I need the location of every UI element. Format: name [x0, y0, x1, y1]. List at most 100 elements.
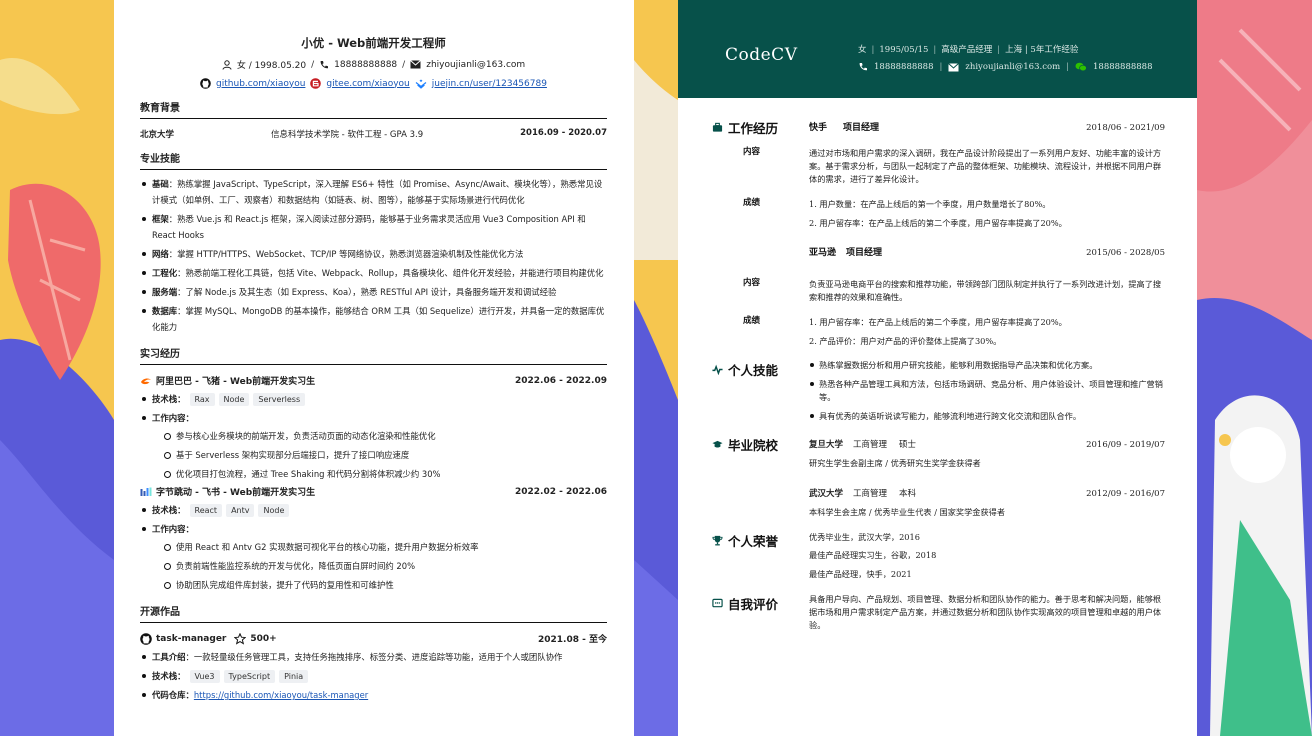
tech-stack-row: 技术栈： Rax Node Serverless: [140, 391, 607, 407]
phone-number: 18888888888: [874, 62, 934, 72]
company-name: 阿里巴巴 - 飞猪 - Web前端开发实习生: [156, 377, 316, 387]
phone-icon: [320, 60, 329, 68]
graduation-cap-icon: [712, 440, 723, 448]
work-item: 参与核心业务模块的前端开发，负责活动页面的动态化渲染和性能优化: [152, 428, 607, 444]
contact-info-row: 18888888888 | zhiyoujianli@163.com | 188…: [858, 62, 1153, 72]
job-company-role: 亚马逊 项目经理: [809, 248, 883, 258]
work-content: 工作内容： 参与核心业务模块的前端开发，负责活动页面的动态化渲染和性能优化 基于…: [140, 410, 607, 482]
section-heading-honors: 个人荣誉: [712, 531, 778, 550]
github-icon: [140, 632, 152, 645]
work-content: 工作内容： 使用 React 和 Antv G2 实现数据可视化平台的核心功能，…: [140, 521, 607, 593]
content-label: 内容: [743, 278, 761, 288]
honor-item: 最佳产品经理，快手，2021: [809, 569, 912, 579]
repo-link[interactable]: https://github.com/xiaoyou/task-manager: [194, 690, 368, 700]
project-period: 2021.08 - 至今: [538, 635, 607, 645]
gitee-link[interactable]: gitee.com/xiaoyou: [326, 79, 409, 89]
work-item: 使用 React 和 Antv G2 实现数据可视化平台的核心功能，提升用户数据…: [152, 539, 607, 555]
school-detail: 信息科学技术学院 - 软件工程 - GPA 3.9: [270, 130, 424, 140]
separator: /: [311, 59, 315, 70]
job-details: 技术栈： Rax Node Serverless 工作内容： 参与核心业务模块的前端开…: [140, 391, 607, 482]
education-row: 北京大学 信息科学技术学院 - 软件工程 - GPA 3.9 2016.09 -…: [140, 128, 607, 140]
resume-title: 小优 - Web前端开发工程师: [301, 36, 446, 50]
project-name: task-manager: [156, 633, 227, 644]
skills-list: 熟练掌握数据分析和用户研究技能，能够利用数据指导产品决策和优化方案。 熟悉各种产…: [809, 359, 1165, 429]
tech-tag: Node: [218, 393, 250, 406]
trophy-icon: [712, 535, 723, 546]
skill-item: 数据库：掌握 MySQL、MongoDB 的基本操作，能够结合 ORM 工具（如…: [140, 303, 607, 335]
skill-item: 服务端：了解 Node.js 及其生态（如 Express、Koa），熟悉 RE…: [140, 284, 607, 300]
separator: /: [402, 59, 406, 70]
skills-list: 基础：熟练掌握 JavaScript、TypeScript，深入理解 ES6+ …: [140, 176, 607, 335]
brand-logo: CodeCV: [725, 45, 798, 65]
section-heading-education: 教育背景: [140, 99, 607, 119]
tech-tag: React: [189, 504, 223, 517]
school-period: 2016/09 - 2019/07: [1086, 440, 1165, 450]
wechat-icon: [1075, 62, 1087, 72]
links-row: github.com/xiaoyou gitee.com/xiaoyou jue…: [140, 78, 607, 89]
github-icon: [200, 78, 211, 89]
tech-tag: Node: [258, 504, 290, 517]
tech-tag: TypeScript: [223, 670, 276, 683]
tech-tag: Serverless: [253, 393, 306, 406]
job-content: 通过对市场和用户需求的深入调研，我在产品设计阶段提出了一系列用户友好、功能丰富的…: [809, 148, 1162, 184]
school-name: 北京大学: [140, 130, 175, 140]
project-intro: 工具介绍：一款轻量级任务管理工具，支持任务拖拽排序、标签分类、进度追踪等功能，适…: [140, 649, 607, 665]
skill-item: 基础：熟练掌握 JavaScript、TypeScript，深入理解 ES6+ …: [140, 176, 607, 208]
pulse-icon: [712, 364, 723, 375]
section-heading-skills: 个人技能: [712, 360, 778, 379]
school-period: 2012/09 - 2016/07: [1086, 489, 1165, 499]
project-details: 工具介绍：一款轻量级任务管理工具，支持任务拖拽排序、标签分类、进度追踪等功能，适…: [140, 649, 607, 703]
phone-number: 18888888888: [334, 59, 398, 70]
tech-tag: Pinia: [279, 670, 309, 683]
gender-birth: 女 / 1998.05.20: [236, 61, 307, 71]
work-item: 负责前端性能监控系统的开发与优化，降低页面白屏时间约 20%: [152, 558, 607, 574]
tech-stack-row: 技术栈： Vue3 TypeScript Pinia: [140, 668, 607, 684]
star-icon: [234, 632, 247, 645]
job-period: 2015/06 - 2028/05: [1086, 248, 1165, 258]
email-address: zhiyoujianli@163.com: [965, 62, 1061, 72]
phone-icon: [859, 63, 867, 71]
work-item: 协助团队完成组件库封装，提升了代码的复用性和可维护性: [152, 577, 607, 593]
work-item: 优化项目打包流程，通过 Tree Shaking 和代码分割将体积减少约 30%: [152, 466, 607, 482]
result-label: 成绩: [743, 316, 761, 326]
juejin-link[interactable]: juejin.cn/user/123456789: [432, 79, 547, 89]
result-label: 成绩: [743, 198, 761, 208]
section-heading-internship: 实习经历: [140, 345, 607, 365]
project-header: task-manager 500+ 2021.08 - 至今: [140, 632, 607, 645]
user-icon: [222, 59, 232, 70]
company-name: 字节跳动 - 飞书 - Web前端开发实习生: [156, 488, 316, 498]
self-evaluation-text: 具备用户导向、产品规划、项目管理、数据分析和团队协作的能力。善于思考和解决问题，…: [809, 594, 1162, 630]
email-icon: [410, 60, 422, 69]
result-list: 1. 用户留存率：在产品上线后的第二个季度，用户留存率提高了20%。 2. 产品…: [809, 317, 1067, 346]
work-item: 基于 Serverless 架构实现部分后端接口，提升了接口响应速度: [152, 447, 607, 463]
job-header: 阿里巴巴 - 飞猪 - Web前端开发实习生 2022.06 - 2022.09: [140, 374, 607, 387]
resume-left-page: 小优 - Web前端开发工程师 女 / 1998.05.20 / 1888888…: [114, 0, 634, 736]
repo-row: 代码仓库：https://github.com/xiaoyou/task-man…: [140, 687, 607, 703]
section-heading-opensource: 开源作品: [140, 603, 607, 623]
skill-item: 工程化：熟悉前端工程化工具链，包括 Vite、Webpack、Rollup，具备…: [140, 265, 607, 281]
school-note: 研究生学生会副主席 / 优秀研究生奖学金获得者: [809, 458, 981, 468]
section-heading-education: 毕业院校: [712, 435, 778, 454]
honor-item: 最佳产品经理实习生，谷歌，2018: [809, 550, 937, 560]
tech-stack-row: 技术栈： React Antv Node: [140, 502, 607, 518]
job-period: 2018/06 - 2021/09: [1086, 123, 1165, 133]
content-label: 内容: [743, 147, 761, 157]
contact-row: 女 / 1998.05.20 / 18888888888 / zhiyoujia…: [140, 58, 607, 71]
job-period: 2022.06 - 2022.09: [515, 375, 607, 386]
school-row: 武汉大学 工商管理 本科: [809, 489, 917, 499]
section-heading-skills: 专业技能: [140, 150, 607, 170]
alibaba-icon: [141, 377, 151, 384]
school-note: 本科学生会主席 / 优秀毕业生代表 / 国家奖学金获得者: [809, 507, 1006, 517]
github-link[interactable]: github.com/xiaoyou: [216, 79, 305, 89]
job-header: 字节跳动 - 飞书 - Web前端开发实习生 2022.02 - 2022.06: [140, 485, 607, 498]
chat-icon: [712, 598, 723, 608]
email-icon: [948, 62, 960, 71]
school-period: 2016.09 - 2020.07: [520, 128, 607, 138]
job-details: 技术栈： React Antv Node 工作内容： 使用 React 和 Antv …: [140, 502, 607, 593]
job-period: 2022.02 - 2022.06: [515, 486, 607, 497]
resume-header: CodeCV 女 | 1995/05/15 | 高级产品经理 | 上海 | 5年工作经验 1…: [678, 0, 1197, 98]
job-content: 负责亚马逊电商平台的搜索和推荐功能，带领跨部门团队制定并执行了一系列改进计划，提…: [809, 279, 1162, 302]
briefcase-icon: [712, 122, 723, 132]
email-address: zhiyoujianli@163.com: [426, 59, 526, 70]
section-heading-self: 自我评价: [712, 594, 778, 613]
